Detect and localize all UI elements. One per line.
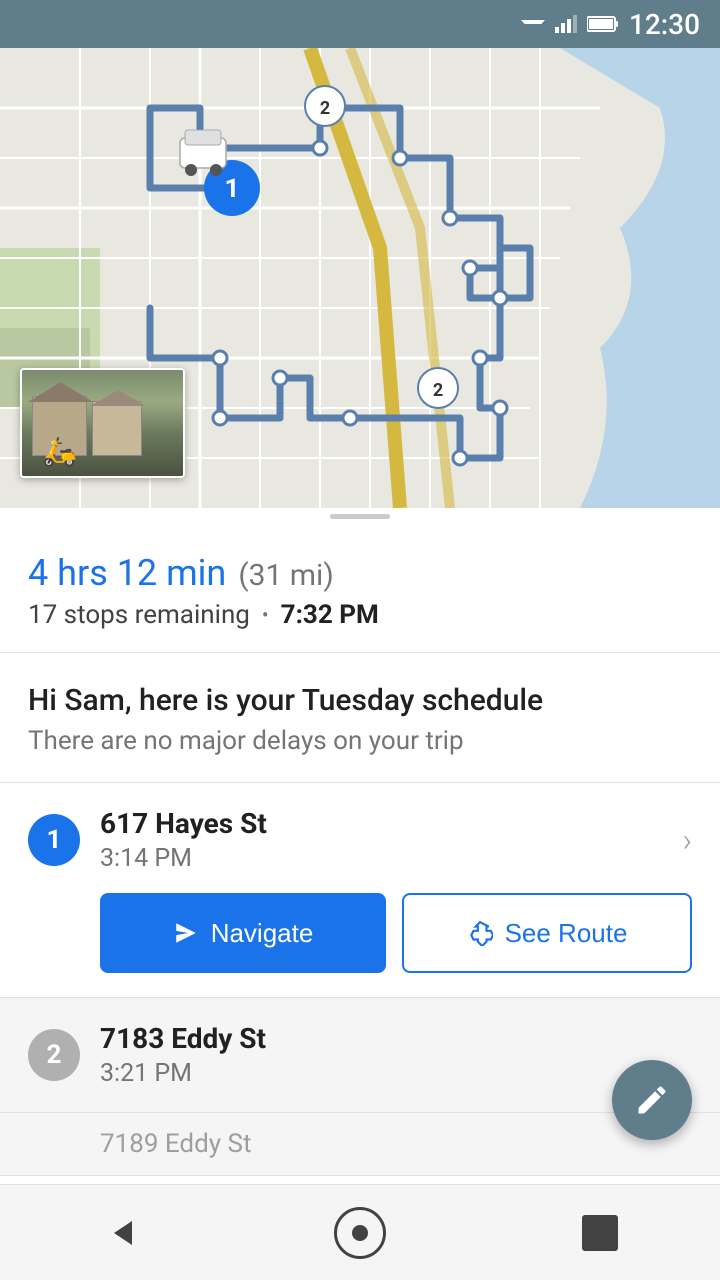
trip-distance: (31 mi) — [238, 558, 333, 593]
stop-time-1: 3:14 PM — [100, 844, 662, 873]
dot-separator: • — [262, 603, 269, 627]
navigate-button[interactable]: Navigate — [100, 893, 386, 973]
home-circle-icon — [334, 1207, 386, 1259]
stop-header-2: 2 7183 Eddy St 3:21 PM — [28, 1022, 692, 1088]
stop-time-2: 3:21 PM — [100, 1059, 692, 1088]
stop-badge-1: 1 — [28, 814, 80, 866]
greeting-section: Hi Sam, here is your Tuesday schedule Th… — [0, 653, 720, 783]
eta-time: 7:32 PM — [281, 600, 379, 630]
stop-square-icon — [582, 1215, 618, 1251]
time-display: 12:30 — [629, 8, 700, 41]
stop-badge-2: 2 — [28, 1029, 80, 1081]
stop-address-2: 7183 Eddy St — [100, 1022, 692, 1055]
stops-remaining: 17 stops remaining — [28, 600, 250, 630]
stop-button[interactable] — [570, 1203, 630, 1263]
drag-handle[interactable] — [0, 508, 720, 524]
status-bar: 12:30 — [0, 0, 720, 48]
greeting-title: Hi Sam, here is your Tuesday schedule — [28, 683, 692, 718]
route-icon — [467, 920, 493, 946]
navigate-label: Navigate — [211, 918, 314, 949]
home-button[interactable] — [330, 1203, 390, 1263]
street-photo-thumbnail[interactable]: 🛵 — [20, 368, 185, 478]
see-route-label: See Route — [505, 918, 628, 949]
wifi-icon — [521, 15, 545, 33]
stop-item-1[interactable]: 1 617 Hayes St 3:14 PM › Navigate See Ro… — [0, 783, 720, 998]
stop-address-1: 617 Hayes St — [100, 807, 662, 840]
stop-info-1: 617 Hayes St 3:14 PM — [100, 807, 662, 873]
partial-stop: 7189 Eddy St — [0, 1113, 720, 1176]
stop-header-1: 1 617 Hayes St 3:14 PM › — [28, 807, 692, 873]
trip-details-row: 17 stops remaining • 7:32 PM — [28, 600, 692, 630]
edit-icon — [634, 1082, 670, 1118]
partial-address: 7189 Eddy St — [100, 1129, 251, 1159]
map-area[interactable]: 1 2 2 🛵 — [0, 48, 720, 508]
fab-edit-button[interactable] — [612, 1060, 692, 1140]
action-buttons: Navigate See Route — [100, 893, 692, 973]
stop-info-2: 7183 Eddy St 3:21 PM — [100, 1022, 692, 1088]
see-route-button[interactable]: See Route — [402, 893, 692, 973]
trip-summary: 4 hrs 12 min (31 mi) 17 stops remaining … — [0, 524, 720, 653]
navigate-icon — [173, 920, 199, 946]
trip-duration: 4 hrs 12 min — [28, 552, 226, 594]
svg-text:2: 2 — [433, 380, 443, 401]
stop-chevron-1[interactable]: › — [682, 821, 692, 859]
svg-text:2: 2 — [320, 98, 330, 119]
status-icons: 12:30 — [521, 8, 700, 41]
signal-icon — [555, 15, 577, 33]
battery-icon — [587, 15, 619, 33]
greeting-subtitle: There are no major delays on your trip — [28, 726, 692, 756]
nav-bar — [0, 1184, 720, 1280]
back-button[interactable] — [90, 1203, 150, 1263]
bottom-panel: 4 hrs 12 min (31 mi) 17 stops remaining … — [0, 524, 720, 1272]
back-icon — [102, 1215, 138, 1251]
svg-text:1: 1 — [225, 174, 240, 204]
